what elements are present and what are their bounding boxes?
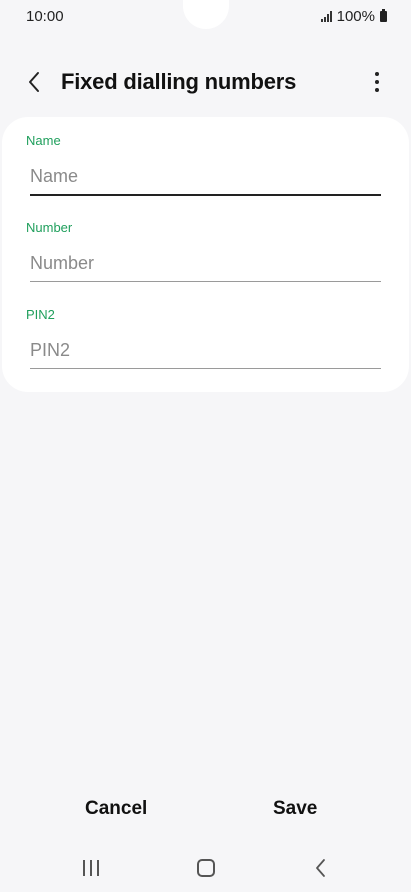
- form-card: Name Number PIN2: [2, 117, 409, 392]
- more-options-button[interactable]: [367, 68, 387, 96]
- bottom-action-bar: Cancel Save: [0, 792, 411, 832]
- camera-notch: [183, 0, 229, 29]
- navigation-bar: [0, 848, 411, 892]
- back-icon[interactable]: [306, 856, 336, 880]
- status-indicators: 100%: [320, 8, 387, 25]
- home-icon[interactable]: [191, 856, 221, 880]
- pin2-field[interactable]: [30, 332, 381, 369]
- battery-icon: [380, 9, 387, 22]
- name-field[interactable]: [30, 158, 381, 196]
- app-bar: Fixed dialling numbers: [0, 56, 411, 108]
- chevron-left-icon: [316, 859, 325, 877]
- number-label: Number: [26, 220, 73, 235]
- more-vertical-icon: [375, 72, 379, 76]
- name-label: Name: [26, 133, 61, 148]
- recents-icon[interactable]: [76, 856, 106, 880]
- status-bar: 10:00 100%: [0, 0, 411, 34]
- pin2-label: PIN2: [26, 307, 55, 322]
- page-title: Fixed dialling numbers: [61, 69, 297, 94]
- chevron-left-icon: [29, 72, 39, 92]
- back-button[interactable]: [20, 66, 48, 98]
- status-time: 10:00: [26, 8, 64, 25]
- number-field[interactable]: [30, 245, 381, 282]
- battery-percent: 100%: [336, 8, 375, 25]
- cancel-button[interactable]: Cancel: [85, 798, 147, 820]
- save-button[interactable]: Save: [273, 798, 317, 820]
- signal-icon: [320, 11, 332, 22]
